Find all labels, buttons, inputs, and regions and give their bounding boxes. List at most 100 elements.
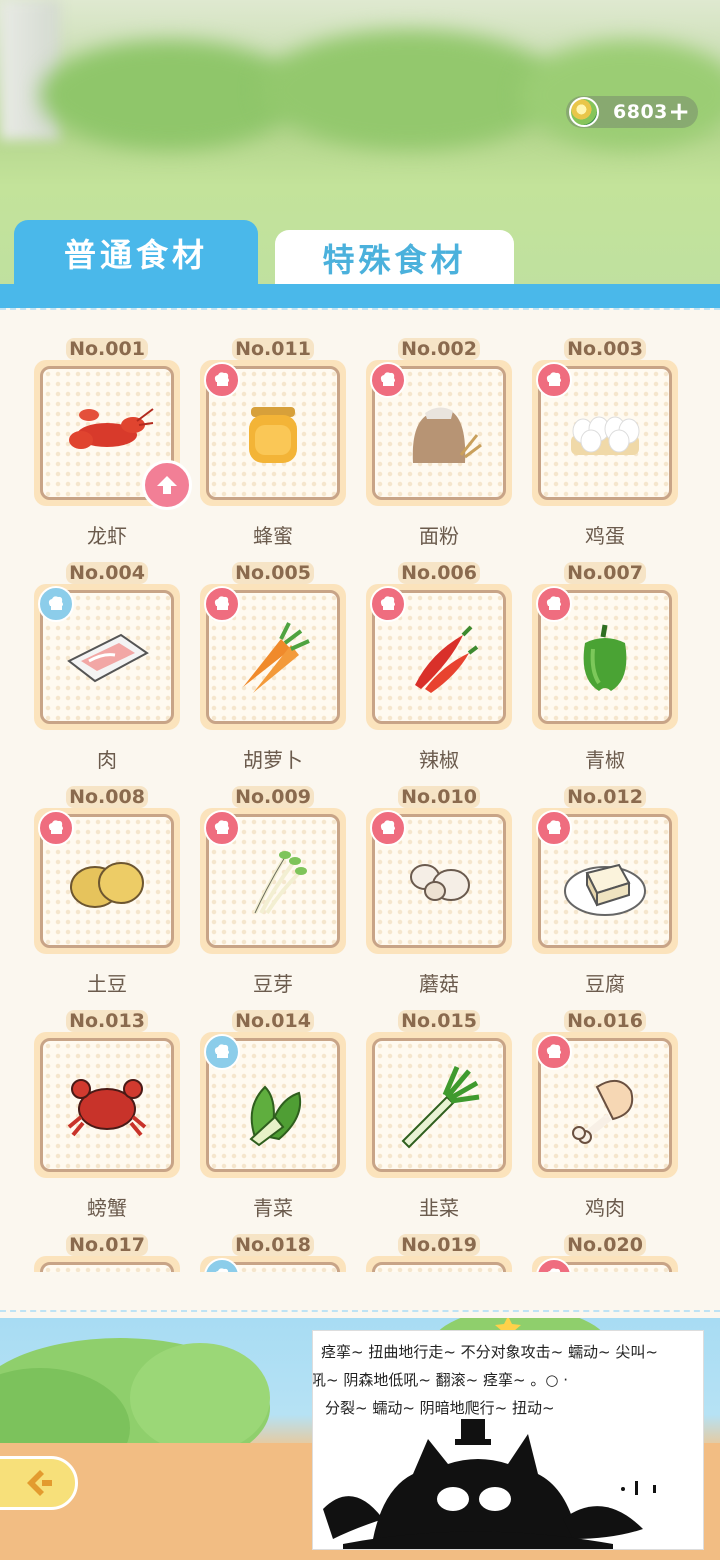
chef-hat-icon xyxy=(370,362,406,398)
background-wall xyxy=(0,0,60,140)
black-cat-drawing xyxy=(323,1419,656,1549)
ingredient-number-text: No.005 xyxy=(232,562,314,584)
back-button[interactable] xyxy=(0,1456,78,1510)
chef-hat-icon xyxy=(536,810,572,846)
ingredient-grid: No.001 龙虾 No.011 蜂蜜 No.002 面粉 No.003 鸡蛋 No.004 肉 N… xyxy=(0,308,720,1272)
crab-icon xyxy=(67,1079,147,1137)
ingredient-number-text: No.012 xyxy=(564,786,646,808)
mushroom-icon xyxy=(410,864,470,901)
ingredient-card[interactable]: No.019 xyxy=(366,1206,512,1272)
chef-hat-icon xyxy=(536,1034,572,1070)
ingredient-number: No.009 xyxy=(200,786,346,808)
chef-hat-icon xyxy=(536,586,572,622)
ingredient-card[interactable]: No.015 韭菜 xyxy=(366,982,512,1220)
chef-hat-icon xyxy=(204,362,240,398)
lobster-icon xyxy=(69,408,154,449)
ingredient-number: No.004 xyxy=(34,562,180,584)
ingredient-number-text: No.007 xyxy=(564,562,646,584)
chef-hat-icon xyxy=(204,1034,240,1070)
ingredient-card[interactable]: No.009 豆芽 xyxy=(200,758,346,996)
ingredient-number-text: No.008 xyxy=(66,786,148,808)
ingredient-number: No.011 xyxy=(200,338,346,360)
currency-amount: 6803 xyxy=(613,101,668,123)
background-bush xyxy=(520,40,720,150)
ingredient-card[interactable]: No.006 辣椒 xyxy=(366,534,512,772)
ingredient-card[interactable]: No.008 土豆 xyxy=(34,758,180,996)
chef-hat-icon xyxy=(370,586,406,622)
ingredient-card[interactable]: No.020 xyxy=(532,1206,678,1272)
chef-hat-icon xyxy=(38,586,74,622)
drumstick-icon xyxy=(572,1080,634,1144)
tofu-icon xyxy=(564,863,646,916)
ingredient-card[interactable]: No.003 鸡蛋 xyxy=(532,310,678,548)
carrot-icon xyxy=(243,622,310,693)
ingredient-number: No.010 xyxy=(366,786,512,808)
overlay-meme-image: 痉挛~ 扭曲地行走~ 不分对象攻击~ 蠕动~ 尖叫~ 吼~ 阴森地低吼~ 翻滚~… xyxy=(312,1330,704,1550)
divider xyxy=(0,1310,720,1312)
ingredient-card[interactable]: No.005 胡萝卜 xyxy=(200,534,346,772)
chef-hat-icon xyxy=(370,810,406,846)
ingredient-frame xyxy=(34,1032,180,1178)
ingredient-card[interactable]: No.013 螃蟹 xyxy=(34,982,180,1220)
tab-special-ingredients[interactable]: 特殊食材 xyxy=(275,230,514,286)
tab-bar xyxy=(0,284,720,308)
ingredient-number-text: No.003 xyxy=(564,338,646,360)
meme-caption-line: 分裂~ 蠕动~ 阴暗地爬行~ 扭动~ xyxy=(325,1399,555,1417)
ingredient-card[interactable]: No.004 肉 xyxy=(34,534,180,772)
ingredient-number-text: No.014 xyxy=(232,1010,314,1032)
ingredient-number: No.013 xyxy=(34,1010,180,1032)
plus-icon[interactable]: + xyxy=(668,99,690,125)
currency-display: 6803 + xyxy=(566,96,698,128)
ingredient-number: No.005 xyxy=(200,562,346,584)
ingredient-frame xyxy=(366,1256,512,1272)
eggs-icon xyxy=(571,416,640,455)
ingredient-number: No.017 xyxy=(34,1234,180,1256)
ingredient-number-text: No.006 xyxy=(398,562,480,584)
ingredient-card[interactable]: No.018 xyxy=(200,1206,346,1272)
ingredient-card[interactable]: No.017 xyxy=(34,1206,180,1272)
ingredient-number: No.018 xyxy=(200,1234,346,1256)
ingredient-image-area xyxy=(40,1038,174,1172)
ingredient-number: No.012 xyxy=(532,786,678,808)
ingredient-number: No.016 xyxy=(532,1010,678,1032)
ingredient-number-text: No.020 xyxy=(564,1234,646,1256)
ingredient-number: No.015 xyxy=(366,1010,512,1032)
flour-icon xyxy=(412,407,482,463)
ingredient-number-text: No.019 xyxy=(398,1234,480,1256)
meat-icon xyxy=(67,633,149,683)
ingredient-number: No.006 xyxy=(366,562,512,584)
back-arrow-icon xyxy=(27,1470,52,1496)
ingredient-card[interactable]: No.011 蜂蜜 xyxy=(200,310,346,548)
ingredient-number-text: No.001 xyxy=(66,338,148,360)
ingredient-card[interactable]: No.007 青椒 xyxy=(532,534,678,772)
ingredient-image-area xyxy=(372,1262,506,1272)
ingredient-card[interactable]: No.010 蘑菇 xyxy=(366,758,512,996)
pepper-icon xyxy=(583,624,627,691)
ingredient-image-area xyxy=(372,1038,506,1172)
ingredient-card[interactable]: No.001 龙虾 xyxy=(34,310,192,548)
sprout-icon xyxy=(253,851,307,915)
ingredient-number-text: No.013 xyxy=(66,1010,148,1032)
meme-caption-line: 痉挛~ 扭曲地行走~ 不分对象攻击~ 蠕动~ 尖叫~ xyxy=(321,1343,658,1361)
ingredient-card[interactable]: No.016 鸡肉 xyxy=(532,982,678,1220)
ingredient-number-text: No.017 xyxy=(66,1234,148,1256)
ingredient-number: No.003 xyxy=(532,338,678,360)
ingredient-card[interactable]: No.002 面粉 xyxy=(366,310,512,548)
upgrade-arrow-icon[interactable] xyxy=(142,460,192,510)
ingredient-number-text: No.010 xyxy=(398,786,480,808)
ingredient-number: No.014 xyxy=(200,1010,346,1032)
ingredient-number: No.019 xyxy=(366,1234,512,1256)
greens-icon xyxy=(249,1085,301,1147)
tab-common-ingredients[interactable]: 普通食材 xyxy=(14,220,258,286)
ingredient-frame xyxy=(34,1256,180,1272)
ingredient-card[interactable]: No.012 豆腐 xyxy=(532,758,678,996)
meme-caption-line: 吼~ 阴森地低吼~ 翻滚~ 痉挛~ 。○ · xyxy=(312,1371,568,1389)
coin-icon xyxy=(569,97,599,127)
chef-hat-icon xyxy=(536,362,572,398)
ingredient-number-text: No.002 xyxy=(398,338,480,360)
chef-hat-icon xyxy=(204,586,240,622)
ingredient-card[interactable]: No.014 青菜 xyxy=(200,982,346,1220)
background-bush xyxy=(260,30,560,150)
ingredient-number-text: No.009 xyxy=(232,786,314,808)
ingredient-number-text: No.018 xyxy=(232,1234,314,1256)
